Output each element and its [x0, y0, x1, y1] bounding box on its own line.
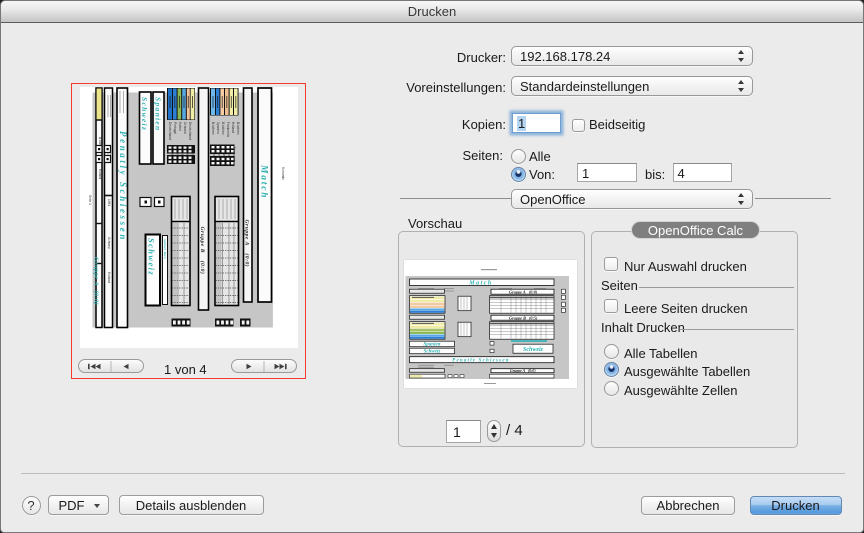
svg-text:Deutschland: Deutschland [168, 122, 172, 140]
svg-text:1981: 1981 [107, 199, 111, 206]
svg-text:Penatly Schiessen: Penatly Schiessen [452, 358, 509, 363]
svg-text:Gruppe A (0:0): Gruppe A (0:0) [243, 219, 250, 267]
svg-text:B.tollrien: B.tollrien [221, 122, 225, 135]
svg-text:Gruppe B (0:5): Gruppe B (0:5) [509, 315, 538, 320]
svg-text:Gruppe A (0:0): Gruppe A (0:0) [509, 289, 538, 294]
svg-text:Kalien: Kalien [178, 122, 182, 131]
svg-text:B.tollrien: B.tollrien [236, 122, 240, 135]
svg-text:Match: Match [259, 164, 269, 199]
svg-text:Spanien: Spanien [154, 97, 163, 132]
svg-text:Deutschland: Deutschland [188, 122, 192, 140]
svg-text:Frankreich: Frankreich [226, 122, 230, 137]
svg-text:B.tollrien: B.tollrien [211, 122, 215, 135]
svg-text:Vorrunde: Vorrunde [281, 167, 285, 180]
svg-text:Gruppe A (0:0): Gruppe A (0:0) [93, 257, 100, 305]
svg-text:Holland: Holland [107, 272, 111, 283]
svg-text:Spanien: Spanien [423, 342, 440, 347]
svg-text:Portugal: Portugal [173, 122, 177, 134]
svg-text:Schweiz: Schweiz [423, 349, 440, 354]
svg-text:Gruppe B (0:0): Gruppe B (0:0) [199, 226, 206, 274]
svg-text:Spanien: Spanien [216, 122, 220, 134]
svg-text:Gruppe A (0:0): Gruppe A (0:0) [510, 369, 536, 373]
svg-text:Holland: Holland [231, 122, 235, 133]
svg-text:Schweiz: Schweiz [522, 347, 543, 353]
svg-text:Penatly Schiessen: Penatly Schiessen [118, 131, 128, 242]
svg-text:Schweiz: Schweiz [147, 238, 157, 276]
svg-text:Schweiz: Schweiz [183, 122, 187, 134]
svg-text:Spielort Bern: Spielort Bern [163, 239, 167, 259]
svg-text:Schweiz: Schweiz [107, 237, 111, 249]
svg-text:Schweiz: Schweiz [140, 97, 149, 131]
svg-text:Match: Match [468, 280, 493, 286]
svg-text:Holand: Holand [98, 169, 102, 179]
svg-text:Seite 1: Seite 1 [88, 195, 92, 205]
